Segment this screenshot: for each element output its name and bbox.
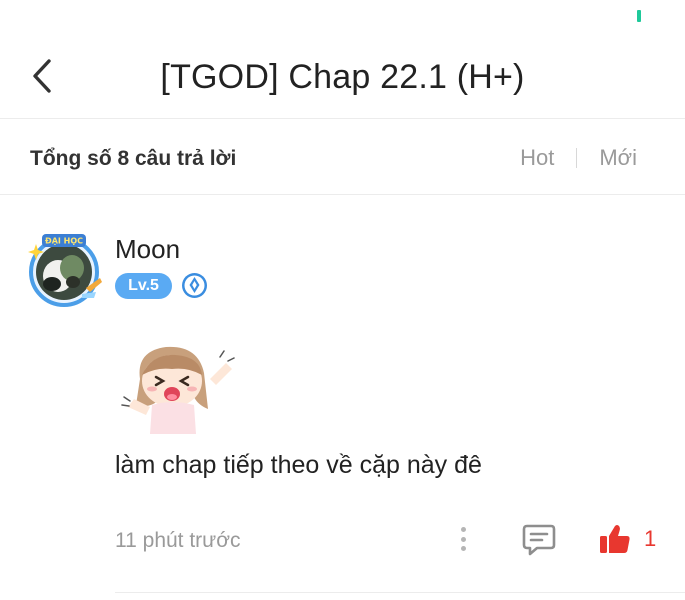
more-vertical-icon-dot [460,546,466,551]
sticker-image [116,339,238,434]
sort-tabs: Hot Mới [520,145,637,171]
like-button[interactable]: 1 [598,521,656,557]
avatar-badge-label: ĐẠI HỌC [45,237,83,246]
thumbs-up-icon [600,525,630,553]
avatar[interactable]: ĐẠI HỌC [24,232,104,308]
status-indicator [637,10,641,22]
diamond-rank-icon [182,273,207,298]
comment-footer: 11 phút trước 1 [115,521,665,561]
answer-count: Tổng số 8 câu trả lời [30,147,237,170]
username[interactable]: Moon [115,234,180,265]
comment-divider [115,592,685,593]
sort-divider [576,148,578,168]
sort-new-tab[interactable]: Mới [599,145,637,171]
answers-summary: Tổng số 8 câu trả lời Hot Mới [0,119,685,194]
level-badge: Lv.5 [115,272,172,299]
reply-icon [522,524,556,556]
more-vertical-icon [460,527,466,532]
summary-divider [0,194,685,195]
comment-item: ĐẠI HỌC Moon Lv.5 làm chap tiếp theo về … [0,196,685,600]
reply-button[interactable] [521,521,557,557]
like-count: 1 [644,526,657,551]
sort-hot-tab[interactable]: Hot [520,145,554,171]
comment-text: làm chap tiếp theo về cặp này đê [115,451,482,479]
more-vertical-icon-dot [460,536,466,542]
header-bar: [TGOD] Chap 22.1 (H+) [0,38,685,118]
page-title: [TGOD] Chap 22.1 (H+) [160,58,525,96]
user-badges: Lv.5 [115,272,208,299]
comment-timestamp: 11 phút trước [115,529,241,552]
more-options-button[interactable] [453,523,473,555]
